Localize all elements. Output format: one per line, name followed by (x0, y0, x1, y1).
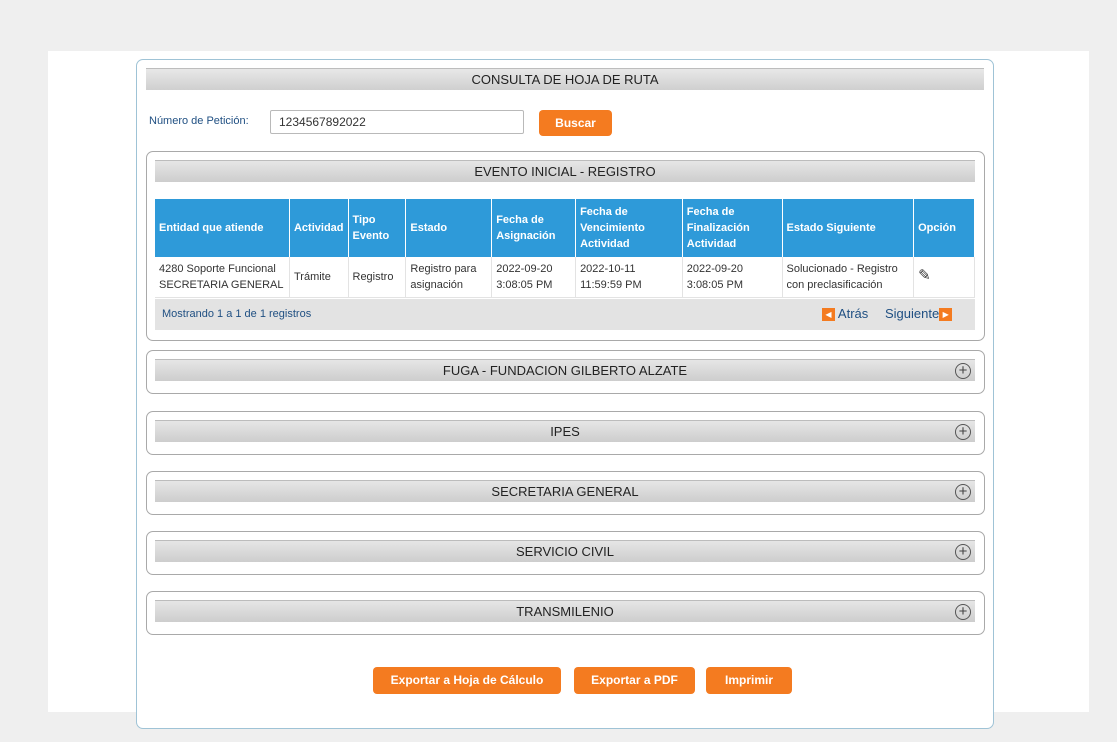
section-title: SERVICIO CIVIL (515, 544, 614, 559)
cell-entidad: 4280 Soporte Funcional SECRETARIA GENERA… (155, 257, 290, 298)
col-fecha-finalizacion: Fecha de Finalización Actividad (682, 199, 783, 257)
print-button[interactable]: Imprimir (706, 667, 792, 694)
table-row: 4280 Soporte Funcional SECRETARIA GENERA… (155, 257, 975, 298)
section-title: TRANSMILENIO (516, 604, 614, 619)
section-evento-inicial: EVENTO INICIAL - REGISTRO Entidad que at… (146, 151, 985, 341)
table-pager: Mostrando 1 a 1 de 1 registros ◀ Atrás S… (155, 299, 975, 330)
next-page-label: Siguiente (885, 306, 940, 321)
col-opcion: Opción (913, 199, 975, 257)
page: CONSULTA DE HOJA DE RUTA Número de Petic… (48, 51, 1089, 729)
plus-circle-icon[interactable]: + (955, 544, 971, 560)
section-secretaria-general: SECRETARIA GENERAL + (146, 471, 985, 515)
col-estado: Estado (405, 199, 493, 257)
main-panel: CONSULTA DE HOJA DE RUTA Número de Petic… (136, 59, 994, 729)
next-page-link[interactable]: Siguiente ▶ (885, 306, 953, 322)
col-fecha-vencimiento: Fecha de Vencimiento Actividad (575, 199, 683, 257)
cell-fecha-asignacion: 2022-09-20 3:08:05 PM (491, 257, 577, 298)
plus-circle-icon[interactable]: + (955, 363, 971, 379)
arrow-right-icon: ▶ (939, 308, 953, 322)
search-label: Número de Petición: (149, 115, 249, 127)
peticion-number-input[interactable] (270, 110, 524, 134)
cell-estado-siguiente: Solucionado - Registro con preclasificac… (782, 257, 915, 298)
section-header[interactable]: SERVICIO CIVIL + (155, 540, 975, 562)
page-title: CONSULTA DE HOJA DE RUTA (146, 68, 984, 90)
cell-fecha-finalizacion: 2022-09-20 3:08:05 PM (682, 257, 783, 298)
pencil-icon[interactable]: ✎ (918, 267, 931, 284)
cell-tipo-evento: Registro (348, 257, 407, 298)
export-pdf-button[interactable]: Exportar a PDF (574, 667, 695, 694)
pager-info: Mostrando 1 a 1 de 1 registros (162, 308, 312, 320)
section-servicio-civil: SERVICIO CIVIL + (146, 531, 985, 575)
previous-page-label: Atrás (837, 306, 869, 321)
section-transmilenio: TRANSMILENIO + (146, 591, 985, 635)
cell-actividad: Trámite (289, 257, 349, 298)
cell-opcion: ✎ (913, 257, 975, 298)
previous-page-link[interactable]: ◀ Atrás (822, 306, 869, 322)
section-header[interactable]: IPES + (155, 420, 975, 442)
export-spreadsheet-button[interactable]: Exportar a Hoja de Cálculo (373, 667, 561, 694)
section-header[interactable]: SECRETARIA GENERAL + (155, 480, 975, 502)
section-title: IPES (550, 424, 580, 439)
search-button[interactable]: Buscar (539, 110, 612, 136)
col-tipo-evento: Tipo Evento (348, 199, 407, 257)
cell-fecha-vencimiento: 2022-10-11 11:59:59 PM (575, 257, 683, 298)
col-estado-siguiente: Estado Siguiente (782, 199, 915, 257)
plus-circle-icon[interactable]: + (955, 604, 971, 620)
section-header[interactable]: FUGA - FUNDACION GILBERTO ALZATE + (155, 359, 975, 381)
col-actividad: Actividad (289, 199, 349, 257)
col-fecha-asignacion: Fecha de Asignación (491, 199, 577, 257)
cell-estado: Registro para asignación (405, 257, 493, 298)
section-fuga: FUGA - FUNDACION GILBERTO ALZATE + (146, 350, 985, 394)
col-entidad: Entidad que atiende (155, 199, 290, 257)
events-table: Entidad que atiende Actividad Tipo Event… (155, 199, 975, 298)
section-title: FUGA - FUNDACION GILBERTO ALZATE (442, 363, 688, 378)
arrow-left-icon: ◀ (822, 308, 835, 322)
section-header[interactable]: TRANSMILENIO + (155, 600, 975, 622)
plus-circle-icon[interactable]: + (955, 424, 971, 440)
section-ipes: IPES + (146, 411, 985, 455)
section-title: SECRETARIA GENERAL (491, 484, 639, 499)
section-title: EVENTO INICIAL - REGISTRO (155, 160, 975, 182)
table-header-row: Entidad que atiende Actividad Tipo Event… (155, 199, 975, 257)
plus-circle-icon[interactable]: + (955, 484, 971, 500)
